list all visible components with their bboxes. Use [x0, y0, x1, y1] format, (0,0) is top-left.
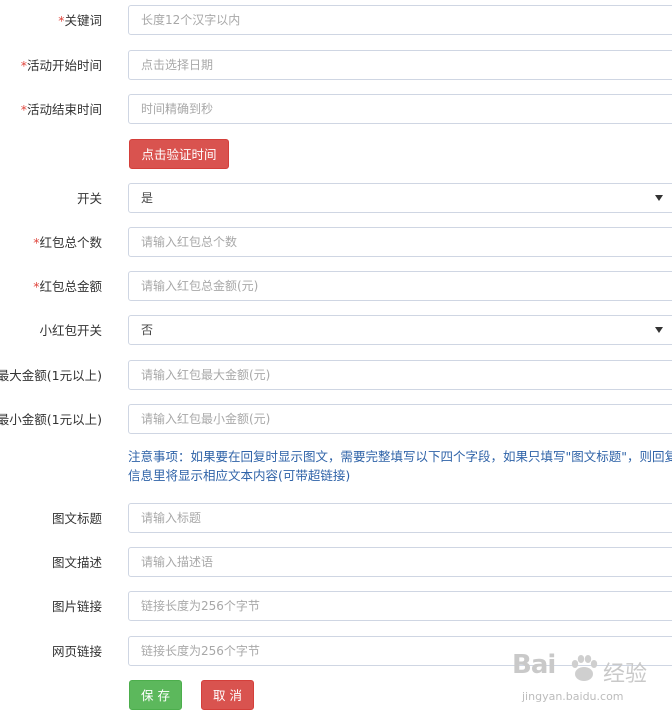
total-amount-row: *红包总金额 请输入红包总金额(元) [0, 271, 672, 303]
total-amount-input[interactable]: 请输入红包总金额(元) [128, 271, 672, 301]
switch-row: 开关 是 [0, 183, 672, 215]
keyword-label: *关键词 [58, 5, 102, 37]
start-time-row: *活动开始时间 点击选择日期 [0, 50, 672, 82]
start-time-label: *活动开始时间 [21, 50, 102, 82]
title-row: 图文标题 请输入标题 [0, 503, 672, 535]
total-count-label: *红包总个数 [33, 227, 102, 259]
max-amount-placeholder: 请输入红包最大金额(元) [141, 368, 271, 382]
small-switch-row: 小红包开关 否 [0, 315, 672, 347]
page-link-label: 网页链接 [51, 644, 102, 659]
total-count-input[interactable]: 请输入红包总个数 [128, 227, 672, 257]
image-link-input[interactable]: 链接长度为256个字节 [128, 591, 672, 621]
title-label: 图文标题 [51, 511, 102, 526]
cancel-button[interactable]: 取 消 [201, 680, 254, 710]
keyword-input[interactable]: 长度12个汉字以内 [128, 5, 672, 35]
total-count-label-text: 红包总个数 [39, 235, 102, 250]
end-time-label: *活动结束时间 [21, 94, 102, 126]
title-placeholder: 请输入标题 [141, 511, 202, 525]
max-amount-input[interactable]: 请输入红包最大金额(元) [128, 360, 672, 390]
min-amount-label: 最小金额(1元以上) [0, 412, 102, 427]
total-amount-placeholder: 请输入红包总金额(元) [141, 279, 259, 293]
chevron-down-icon [655, 327, 663, 333]
small-switch-label: 小红包开关 [39, 323, 102, 338]
total-count-placeholder: 请输入红包总个数 [141, 235, 238, 249]
end-time-placeholder: 时间精确到秒 [141, 102, 214, 116]
description-row: 图文描述 请输入描述语 [0, 547, 672, 579]
small-switch-value: 否 [141, 323, 154, 337]
description-label: 图文描述 [51, 555, 102, 570]
image-link-placeholder: 链接长度为256个字节 [141, 599, 260, 613]
image-link-label: 图片链接 [51, 599, 102, 614]
end-time-label-text: 活动结束时间 [26, 102, 102, 117]
switch-value: 是 [141, 191, 154, 205]
start-time-input[interactable]: 点击选择日期 [128, 50, 672, 80]
total-amount-label: *红包总金额 [33, 271, 102, 303]
keyword-label-text: 关键词 [64, 13, 102, 28]
description-placeholder: 请输入描述语 [141, 555, 214, 569]
watermark-url: jingyan.baidu.com [522, 690, 624, 703]
switch-select[interactable]: 是 [128, 183, 672, 213]
max-amount-label: 最大金额(1元以上) [0, 368, 102, 383]
min-amount-placeholder: 请输入红包最小金额(元) [141, 412, 271, 426]
small-switch-select[interactable]: 否 [128, 315, 672, 345]
min-amount-row: 最小金额(1元以上) 请输入红包最小金额(元) [0, 404, 672, 436]
end-time-row: *活动结束时间 时间精确到秒 [0, 94, 672, 126]
keyword-placeholder: 长度12个汉字以内 [141, 13, 241, 27]
switch-label: 开关 [76, 191, 102, 206]
watermark-cn: 经验 [603, 662, 648, 687]
watermark: Bai 经验 jingyan.baidu.com [508, 646, 668, 716]
description-input[interactable]: 请输入描述语 [128, 547, 672, 577]
min-amount-input[interactable]: 请输入红包最小金额(元) [128, 404, 672, 434]
title-input[interactable]: 请输入标题 [128, 503, 672, 533]
watermark-logo: Bai [512, 650, 556, 680]
start-time-label-text: 活动开始时间 [26, 58, 102, 73]
end-time-input[interactable]: 时间精确到秒 [128, 94, 672, 124]
save-button[interactable]: 保 存 [129, 680, 182, 710]
keyword-row: *关键词 长度12个汉字以内 [0, 5, 672, 37]
max-amount-row: 最大金额(1元以上) 请输入红包最大金额(元) [0, 360, 672, 392]
start-time-placeholder: 点击选择日期 [141, 58, 214, 72]
chevron-down-icon [655, 195, 663, 201]
image-link-row: 图片链接 链接长度为256个字节 [0, 591, 672, 623]
verify-time-button[interactable]: 点击验证时间 [129, 139, 229, 169]
paw-icon [571, 655, 598, 681]
total-count-row: *红包总个数 请输入红包总个数 [0, 227, 672, 259]
notice-text: 注意事项：如果要在回复时显示图文，需要完整填写以下四个字段，如果只填写"图文标题… [128, 449, 672, 483]
total-amount-label-text: 红包总金额 [39, 279, 102, 294]
page-link-placeholder: 链接长度为256个字节 [141, 644, 260, 658]
